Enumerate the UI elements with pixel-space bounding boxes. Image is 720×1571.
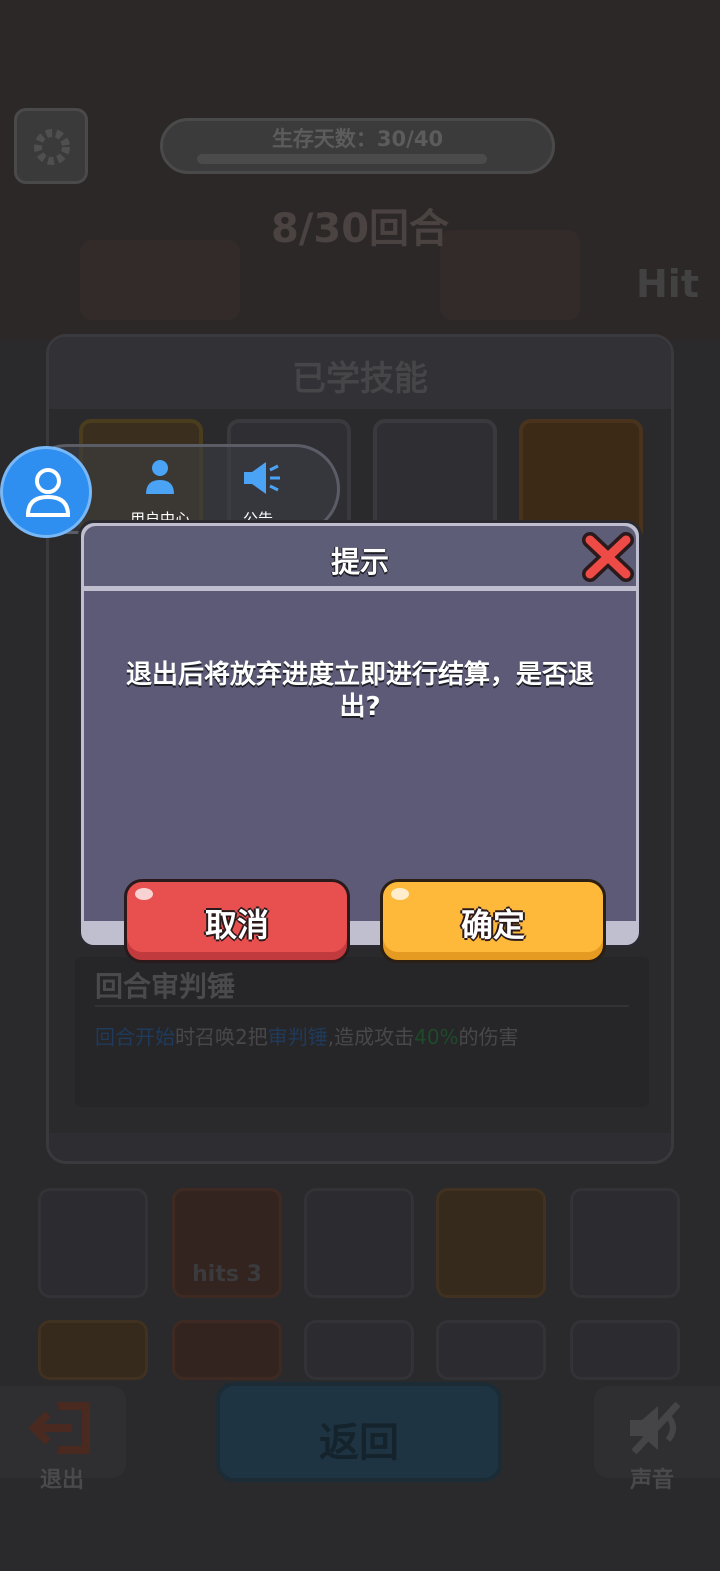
skill-divider [95,1005,629,1007]
skills-panel-title: 已学技能 [292,359,428,399]
user-center-icon [146,460,174,494]
inventory-slot[interactable] [570,1320,680,1380]
inventory-slot[interactable] [570,1188,680,1298]
inventory-slot[interactable] [304,1320,414,1380]
skill-desc-text: 的伤害 [458,1025,519,1049]
announcement-button[interactable]: 公告 [218,456,298,530]
survival-days-bar: 生存天数：30/40 [160,118,555,174]
inventory-slot[interactable] [38,1188,148,1298]
back-button[interactable]: 返回 [216,1382,502,1482]
hits-side-label: Hit [636,262,699,306]
inventory-slot[interactable] [304,1188,414,1298]
skill-detail-box: 回合审判锤 回合开始时召唤2把审判锤,造成攻击40%的伤害 [75,957,649,1107]
skill-desc-weapon: 审判锤 [267,1025,328,1049]
skill-desc-trigger: 回合开始 [95,1025,175,1049]
survival-days-label: 生存天数：30/40 [271,127,444,151]
inventory-slot[interactable]: hits 3 [172,1188,282,1298]
inventory-hits-label: hits 3 [192,1262,262,1287]
confirm-label: 确定 [460,906,525,944]
exit-confirm-dialog: 提示 退出后将放弃进度立即进行结算，是否退出? 取消 确定 [78,520,642,963]
gear-icon [34,129,70,165]
survival-days-fill [197,154,487,164]
skills-panel-footer [49,1133,671,1161]
back-label: 返回 [319,1420,399,1466]
close-icon[interactable] [582,532,634,582]
inventory-slot[interactable] [436,1320,546,1380]
confirm-button[interactable]: 确定 [380,879,606,963]
game-screen: 生存天数：30/40 8/30回合 Hit 已学技能 回合审判锤 回合开始时召唤… [0,0,720,1571]
skill-name: 回合审判锤 [95,970,236,1003]
cancel-button[interactable]: 取消 [124,879,350,963]
skill-desc-percent: 40% [414,1025,459,1049]
round-counter: 8/30回合 [270,206,450,252]
dialog-body: 退出后将放弃进度立即进行结算，是否退出? 取消 确定 [84,591,636,963]
skill-desc-text: ,造成攻击 [327,1025,415,1049]
user-icon [25,468,71,517]
sound-label: 声音 [630,1468,675,1493]
inventory-slot[interactable] [38,1320,148,1380]
button-shine [135,888,153,900]
cancel-label: 取消 [204,906,269,944]
inventory-slot[interactable] [172,1320,282,1380]
skill-description: 回合开始时召唤2把审判锤,造成攻击40%的伤害 [95,1021,519,1050]
inventory-slot[interactable] [436,1188,546,1298]
dialog-message: 退出后将放弃进度立即进行结算，是否退出? [125,660,594,722]
settings-button[interactable] [14,108,88,184]
sound-off-icon [630,1401,681,1455]
exit-icon [28,1402,90,1454]
floating-avatar-button[interactable] [0,446,92,538]
dialog-header: 提示 [84,526,636,586]
button-shine [391,888,409,900]
dialog-title: 提示 [330,545,389,579]
skills-panel-header: 已学技能 [49,337,671,409]
megaphone-icon [244,462,280,494]
user-center-button[interactable]: 用户中心 [120,456,200,530]
skill-desc-text: 时召唤2把 [175,1025,268,1049]
exit-label: 退出 [40,1468,85,1493]
